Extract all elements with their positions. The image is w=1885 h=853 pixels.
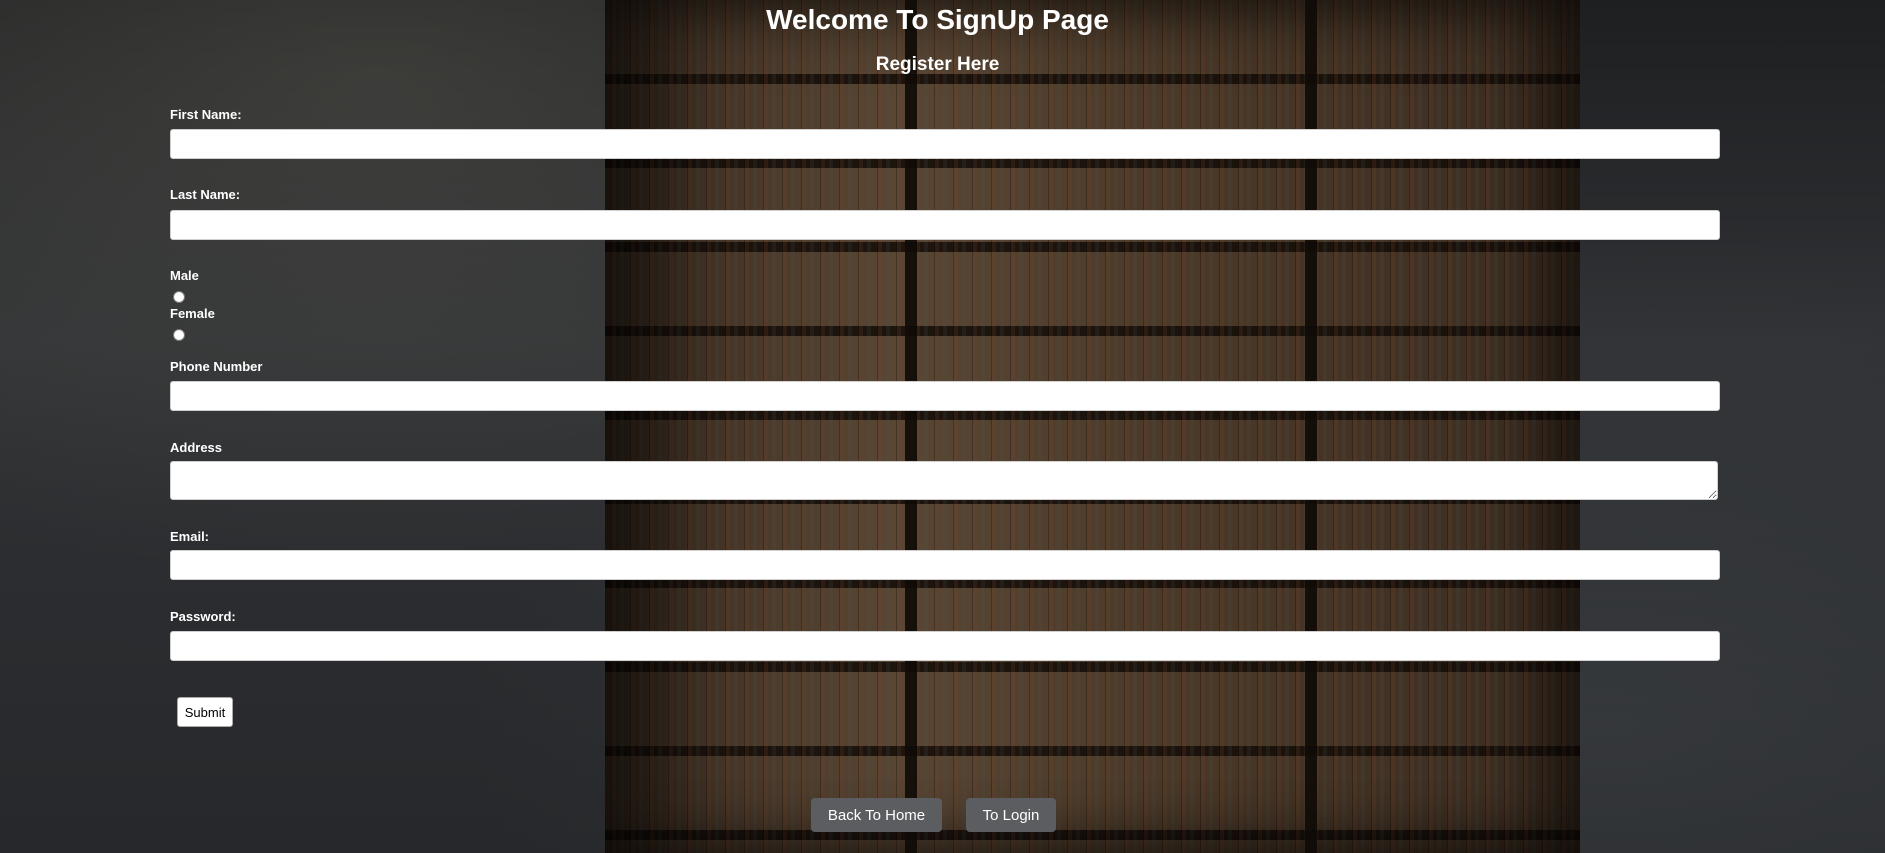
password-input[interactable]	[170, 631, 1720, 661]
password-label: Password:	[170, 609, 236, 624]
first-name-label: First Name:	[170, 107, 242, 122]
gender-female-radio[interactable]	[173, 329, 185, 341]
to-login-button[interactable]: To Login	[966, 798, 1056, 832]
page-title: Welcome To SignUp Page	[766, 4, 1109, 35]
address-label: Address	[170, 440, 223, 455]
last-name-label: Last Name:	[170, 187, 241, 202]
address-textarea[interactable]	[170, 461, 1718, 500]
submit-button[interactable]: Submit	[177, 697, 233, 727]
last-name-input[interactable]	[170, 210, 1720, 240]
gender-female-label: Female	[170, 306, 215, 321]
phone-number-input[interactable]	[170, 381, 1720, 411]
gender-male-label: Male	[170, 268, 199, 283]
back-to-home-button[interactable]: Back To Home	[811, 798, 942, 832]
gender-male-radio[interactable]	[173, 291, 185, 303]
page-subtitle: Register Here	[875, 54, 1000, 75]
phone-number-label: Phone Number	[170, 359, 263, 374]
first-name-input[interactable]	[170, 129, 1720, 159]
email-input[interactable]	[170, 550, 1720, 580]
signup-page: Welcome To SignUp Page Register Here Fir…	[0, 0, 1885, 853]
email-label: Email:	[170, 529, 210, 544]
